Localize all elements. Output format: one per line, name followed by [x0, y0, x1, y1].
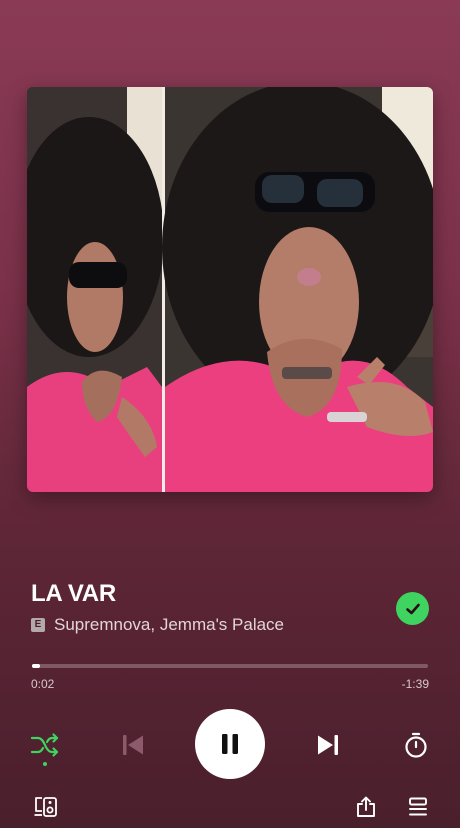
progress-fill	[32, 664, 40, 668]
skip-previous-icon	[123, 735, 143, 755]
queue-icon	[409, 797, 427, 816]
shuffle-button[interactable]	[28, 728, 62, 762]
progress-bar[interactable]	[32, 664, 428, 668]
artist-names[interactable]: Supremnova, Jemma's Palace	[54, 615, 284, 635]
share-button[interactable]	[354, 795, 378, 819]
previous-button[interactable]	[116, 728, 150, 762]
shuffle-active-indicator	[43, 762, 47, 766]
sleep-timer-button[interactable]	[399, 728, 433, 762]
liked-button[interactable]	[396, 592, 429, 625]
time-elapsed: 0:02	[31, 677, 55, 691]
queue-button[interactable]	[406, 795, 430, 819]
time-remaining: -1:39	[401, 677, 429, 691]
album-art	[27, 87, 433, 492]
checkmark-icon	[405, 603, 420, 614]
connect-devices-button[interactable]	[33, 795, 59, 819]
sleep-timer-icon	[405, 732, 427, 758]
skip-next-icon	[318, 735, 338, 755]
album-art-image	[27, 87, 433, 492]
track-title[interactable]: LA VAR	[31, 580, 116, 608]
share-icon	[357, 796, 375, 817]
pause-icon	[222, 734, 238, 754]
shuffle-icon	[30, 733, 59, 757]
artist-row: E Supremnova, Jemma's Palace	[31, 615, 284, 635]
connect-devices-icon	[34, 797, 57, 817]
explicit-badge: E	[31, 618, 45, 632]
next-button[interactable]	[311, 728, 345, 762]
pause-button[interactable]	[195, 709, 265, 779]
